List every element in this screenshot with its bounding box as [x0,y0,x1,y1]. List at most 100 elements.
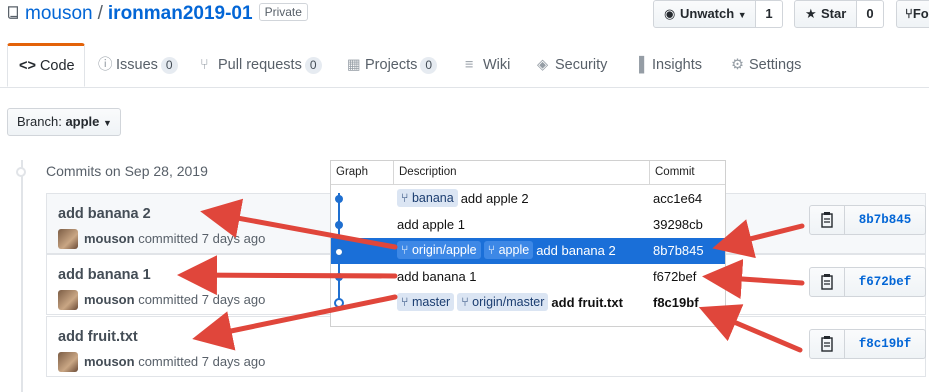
unwatch-button[interactable]: ◉ Unwatch ▼ [653,0,756,28]
branch-tag: ⑂ apple [483,241,534,259]
tab-code[interactable]: <> Code [7,43,85,87]
commit-graph-node [334,247,344,257]
branch-icon: ⑂ [401,191,412,205]
tab-count: 0 [160,57,178,74]
commit-graph-node [335,273,343,281]
branch-name: apple [65,114,100,129]
commit-message-link[interactable]: add banana 1 [58,267,151,283]
clipboard-icon [821,212,833,228]
tab-settings[interactable]: ⚙ Settings [731,43,801,87]
gear-icon: ⚙ [731,57,744,73]
code-icon: <> [19,58,36,74]
git-log-sha: 8b7b845 [653,243,704,258]
fork-button[interactable]: ⑂Fo [896,0,929,28]
git-log-row[interactable]: ⑂ banana add apple 2 acc1e64 [331,186,725,212]
pull-request-icon: ⑂ [200,57,209,73]
clipboard-icon [821,336,833,352]
git-log-row[interactable]: ⑂ master ⑂ origin/master add fruit.txt f8c… [331,290,725,316]
git-log-sha: 39298cb [653,217,703,232]
branch-selector[interactable]: Branch: apple ▼ [7,108,121,136]
project-icon: ▦ [347,57,361,73]
star-label: Star [821,6,847,21]
tab-security[interactable]: ◈ Security [537,43,607,87]
commit-time: committed 7 days ago [138,292,266,307]
tab-issues[interactable]: ⓘ Issues 0 [98,43,178,87]
branch-tag: ⑂ master [397,293,455,311]
commit-author[interactable]: mouson [84,231,135,246]
caret-down-icon: ▼ [103,118,112,128]
star-icon: ★ [805,6,817,21]
git-log-message: add apple 1 [397,217,465,232]
commit-author[interactable]: mouson [84,292,135,307]
fork-label: Fo [912,6,929,21]
tab-pull-requests[interactable]: ⑂ Pull requests 0 [200,43,322,87]
commit-icon [16,167,26,177]
commit-message-link[interactable]: add banana 2 [58,206,151,222]
tab-projects[interactable]: ▦ Projects 0 [347,43,438,87]
git-log-row-selected[interactable]: ⑂ origin/apple ⑂ apple add banana 2 8b7b84… [331,238,725,264]
avatar[interactable] [58,229,78,249]
commit-author[interactable]: mouson [84,354,135,369]
issue-icon: ⓘ [98,57,113,73]
tab-label: Security [555,57,608,73]
tab-label: Insights [652,57,702,73]
description-column-header: Description [399,166,457,178]
commit-sha-button[interactable]: 8b7b845 [845,205,926,235]
commit-message-link[interactable]: add fruit.txt [58,329,138,345]
repo-nav-tabs: <> Code ⓘ Issues 0 ⑂ Pull requests 0 ▦ Project… [0,43,929,88]
timeline-line [21,160,23,392]
git-log-message: add fruit.txt [551,295,623,310]
git-log-row[interactable]: add banana 1 f672bef [331,264,725,290]
commit-meta: mouson committed 7 days ago [84,354,265,369]
git-log-overlay: Graph Description Commit ⑂ banana add app… [330,160,726,327]
repo-owner-link[interactable]: mouson [25,3,93,24]
watch-count[interactable]: 1 [756,0,783,28]
commit-meta: mouson committed 7 days ago [84,292,265,307]
branch-tag: ⑂ banana [397,189,458,207]
eye-icon: ◉ [664,6,676,21]
branch-tag: ⑂ origin/apple [397,241,481,259]
copy-sha-button[interactable] [809,329,845,359]
repo-icon [8,6,18,19]
commit-sha-button[interactable]: f8c19bf [845,329,926,359]
repo-name-link[interactable]: ironman2019-01 [108,3,253,24]
repo-separator: / [97,3,103,24]
commit-column-header: Commit [655,166,695,178]
fork-icon: ⑂ [905,6,913,21]
git-log-sha: f672bef [653,269,697,284]
avatar[interactable] [58,352,78,372]
tab-label: Wiki [483,57,511,73]
star-button[interactable]: ★ Star [794,0,857,28]
star-count[interactable]: 0 [857,0,884,28]
commit-graph-node [335,195,343,203]
git-log-message: add banana 2 [536,243,616,258]
commit-sha-button[interactable]: f672bef [845,267,926,297]
graph-column-header: Graph [336,166,368,178]
shield-icon: ◈ [537,57,549,73]
commit-graph-node [335,221,343,229]
branch-icon: ⑂ [401,243,412,257]
git-log-sha: f8c19bf [653,295,699,310]
caret-down-icon: ▼ [737,10,747,20]
commits-date-heading: Commits on Sep 28, 2019 [46,163,208,179]
git-log-message: add banana 1 [397,269,477,284]
branch-icon: ⑂ [401,295,412,309]
git-log-row[interactable]: add apple 1 39298cb [331,212,725,238]
tab-insights[interactable]: ▐ Insights [634,43,702,87]
branch-icon: ⑂ [487,243,499,257]
branch-icon: ⑂ [461,295,473,309]
private-badge: Private [258,3,308,21]
unwatch-label: Unwatch [680,6,735,21]
commit-time: committed 7 days ago [138,231,266,246]
book-icon: ≡ [465,57,474,73]
branch-tag: ⑂ origin/master [457,293,549,311]
avatar[interactable] [58,290,78,310]
commit-time: committed 7 days ago [138,354,266,369]
tab-label: Code [39,58,75,74]
tab-count: 0 [420,57,438,74]
graph-icon: ▐ [634,57,645,73]
copy-sha-button[interactable] [809,267,845,297]
git-log-message: add apple 2 [460,191,529,206]
tab-wiki[interactable]: ≡ Wiki [465,43,510,87]
copy-sha-button[interactable] [809,205,845,235]
